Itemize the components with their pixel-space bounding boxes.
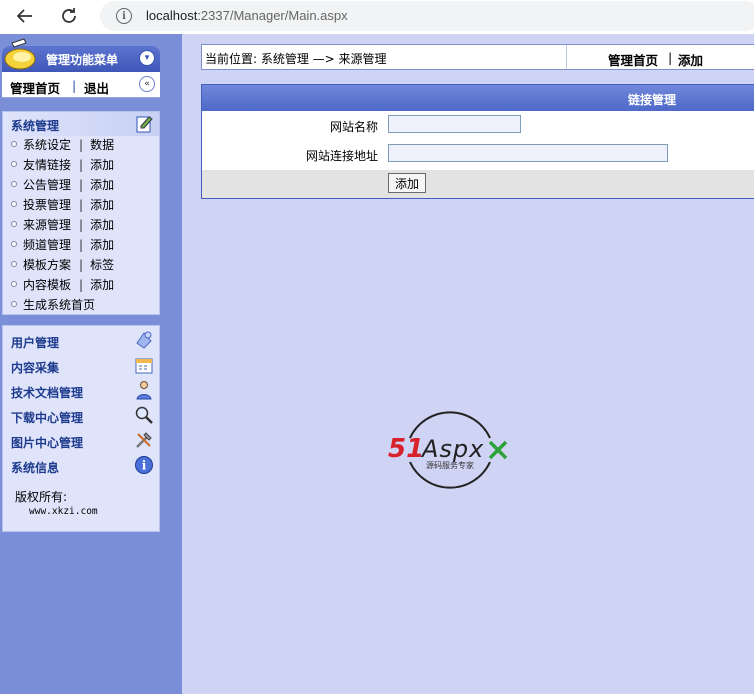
site-url-label: 网站连接地址 xyxy=(305,149,378,163)
menu-item-channels[interactable]: 频道管理 | 添加 xyxy=(11,236,114,256)
svg-text:i: i xyxy=(142,459,147,473)
reload-icon xyxy=(62,8,76,23)
chevron-left-icon[interactable]: « xyxy=(139,76,155,92)
sidebar-item-content-collection[interactable]: 内容采集 xyxy=(3,353,159,378)
top-links-divider: | xyxy=(72,78,77,93)
sidebar-logout-link[interactable]: 退出 xyxy=(84,78,109,97)
sidebar-item-tech-docs[interactable]: 技术文档管理 xyxy=(3,378,159,403)
bullet-icon xyxy=(11,241,17,247)
bullet-icon xyxy=(11,161,17,167)
system-management-panel: 系统管理 系统设定 | 数据 友情链接 | 添加 公告管理 | 添加 投票管理 | 添加 来源管… xyxy=(2,111,160,315)
bullet-icon xyxy=(11,141,17,147)
reload-button[interactable] xyxy=(56,4,82,28)
sidebar-home-link[interactable]: 管理首页 xyxy=(10,78,60,97)
site-info-icon[interactable]: i xyxy=(116,8,132,24)
breadcrumb: 当前位置: 系统管理 —> 来源管理 管理首页 | 添加 xyxy=(201,44,754,70)
watermark-51: 51 xyxy=(388,434,424,464)
bullet-icon xyxy=(11,181,17,187)
main-add-link[interactable]: 添加 xyxy=(678,50,703,69)
users-icon xyxy=(136,331,152,349)
sidebar-item-system-info[interactable]: 系统信息 i xyxy=(3,453,159,478)
categories-panel: 用户管理 内容采集 技术文档管理 下载中心管理 图片中心管理 系统信息 i 版权… xyxy=(2,325,160,532)
menu-logo-icon xyxy=(4,38,36,70)
url-text[interactable]: localhost:2337/Manager/Main.aspx xyxy=(146,8,348,23)
bullet-icon xyxy=(11,301,17,307)
menu-item-votes[interactable]: 投票管理 | 添加 xyxy=(11,196,114,216)
back-button[interactable] xyxy=(12,4,38,28)
breadcrumb-text: 当前位置: 系统管理 —> 来源管理 xyxy=(205,52,387,66)
breadcrumb-actions: 管理首页 | 添加 xyxy=(566,45,754,69)
bullet-icon xyxy=(11,281,17,287)
menu-item-announcements[interactable]: 公告管理 | 添加 xyxy=(11,176,114,196)
form-title: 链接管理 xyxy=(628,93,677,107)
back-arrow-icon xyxy=(16,9,32,23)
form-footer: 添加 xyxy=(202,170,754,198)
bullet-icon xyxy=(11,201,17,207)
system-section-title: 系统管理 xyxy=(11,119,60,133)
magnifier-icon xyxy=(135,406,153,424)
breadcrumb-divider: | xyxy=(668,50,673,65)
menu-item-generate-homepage[interactable]: 生成系统首页 xyxy=(11,296,95,316)
sidebar-item-user-management[interactable]: 用户管理 xyxy=(3,328,159,353)
system-section-header[interactable]: 系统管理 xyxy=(3,112,159,136)
menu-item-content-templates[interactable]: 内容模板 | 添加 xyxy=(11,276,114,296)
sidebar-item-download-center[interactable]: 下载中心管理 xyxy=(3,403,159,428)
site-name-input[interactable] xyxy=(388,115,521,133)
bullet-icon xyxy=(11,261,17,267)
menu-item-template-schemes[interactable]: 模板方案 | 标签 xyxy=(11,256,114,276)
watermark-tagline: 源码服务专家 xyxy=(426,460,474,470)
menu-title: 管理功能菜单 xyxy=(46,53,119,67)
person-icon xyxy=(136,381,152,400)
watermark-aspx: Aspx xyxy=(420,435,484,463)
edit-note-icon xyxy=(136,116,153,133)
site-name-label: 网站名称 xyxy=(329,120,378,134)
bullet-icon xyxy=(11,221,17,227)
sidebar-item-image-center[interactable]: 图片中心管理 xyxy=(3,428,159,453)
add-submit-button[interactable]: 添加 xyxy=(388,173,426,193)
menu-item-sources[interactable]: 来源管理 | 添加 xyxy=(11,216,114,236)
info-icon: i xyxy=(135,456,153,474)
form-header: 链接管理 xyxy=(202,85,754,111)
main-home-link[interactable]: 管理首页 xyxy=(608,50,658,69)
copyright-url: www.xkzi.com xyxy=(29,506,98,517)
menu-item-system-settings[interactable]: 系统设定 | 数据 xyxy=(11,136,114,156)
link-management-form: 链接管理 网站名称 网站连接地址 添加 xyxy=(201,84,754,199)
menu-item-friend-links[interactable]: 友情链接 | 添加 xyxy=(11,156,114,176)
brand-watermark-logo: 51 Aspx 源码服务专家 xyxy=(388,411,508,489)
calendar-icon xyxy=(135,358,153,374)
browser-toolbar: i localhost:2337/Manager/Main.aspx xyxy=(0,0,754,34)
copyright-label: 版权所有: xyxy=(15,490,68,504)
tools-icon xyxy=(136,432,152,448)
chevron-down-icon[interactable]: ▾ xyxy=(139,50,155,66)
site-url-input[interactable] xyxy=(388,144,668,162)
sidebar-top-links: 管理首页 | 退出 « xyxy=(2,72,160,98)
